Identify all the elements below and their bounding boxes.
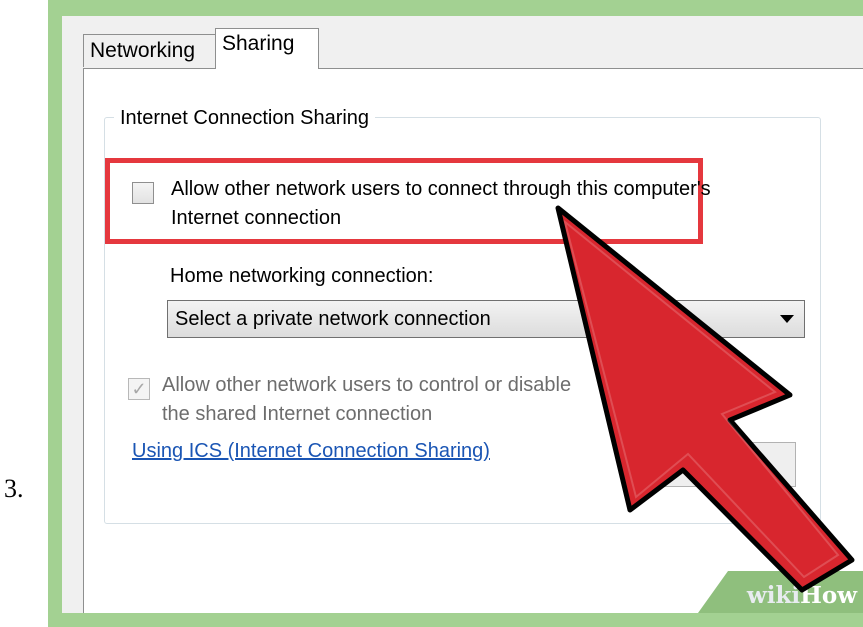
allow-control-checkbox[interactable]: ✓	[128, 378, 150, 400]
properties-dialog: Networking Sharing Internet Connection S…	[62, 16, 863, 613]
chevron-down-icon[interactable]	[780, 315, 794, 323]
ics-help-link[interactable]: Using ICS (Internet Connection Sharing)	[132, 440, 490, 463]
home-connection-label: Home networking connection:	[170, 265, 434, 287]
wikihow-watermark: wikiHow	[698, 571, 863, 613]
watermark-text: wikiHow	[747, 582, 857, 609]
checkmark-icon: ✓	[131, 379, 147, 399]
step-number: 3.	[4, 474, 24, 503]
tab-networking[interactable]: Networking	[83, 34, 216, 67]
watermark-how: How	[800, 582, 857, 609]
allow-connect-label[interactable]: Allow other network users to connect thr…	[171, 175, 711, 233]
watermark-wiki: wiki	[746, 582, 801, 609]
allow-control-label[interactable]: Allow other network users to control or …	[162, 371, 592, 429]
settings-button[interactable]: Settings...	[633, 442, 796, 487]
ics-group-title: Internet Connection Sharing	[114, 107, 376, 130]
tab-sharing[interactable]: Sharing	[215, 28, 319, 69]
allow-connect-checkbox[interactable]	[132, 182, 154, 204]
home-connection-select[interactable]: Select a private network connection	[167, 300, 805, 338]
home-connection-value: Select a private network connection	[175, 307, 491, 330]
sharing-panel: Internet Connection Sharing Allow other …	[83, 68, 863, 613]
